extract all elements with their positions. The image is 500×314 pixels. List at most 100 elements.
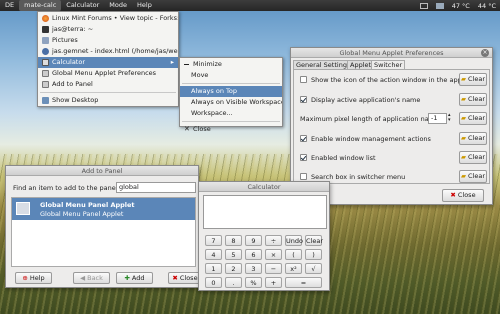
key-open-paren[interactable]: ( (285, 249, 302, 260)
editor-icon (42, 48, 49, 55)
key-2[interactable]: 2 (225, 263, 242, 274)
applet-title: Global Menu Panel Applet (40, 201, 135, 209)
help-icon: ⊕ (22, 273, 28, 282)
show-desktop-item[interactable]: Show Desktop (38, 95, 178, 106)
clear-button-4[interactable]: ▰ Clear (459, 132, 487, 145)
list-item[interactable]: Global Menu Panel Applet Global Menu Pan… (12, 198, 195, 220)
menu-separator (182, 83, 280, 84)
brush-icon: ▰ (461, 153, 466, 161)
network-icon[interactable] (419, 2, 428, 9)
clear-button-3[interactable]: ▰ Clear (459, 112, 487, 125)
clear-button-2[interactable]: ▰ Clear (459, 93, 487, 106)
action-minimize[interactable]: Minimize (180, 59, 282, 70)
key-multiply[interactable]: × (265, 249, 282, 260)
key-add[interactable]: + (265, 277, 282, 288)
spin-arrows-icon[interactable]: ▴ ▾ (448, 113, 451, 123)
key-square[interactable]: x² (285, 263, 302, 274)
key-5[interactable]: 5 (225, 249, 242, 260)
window-item-editor[interactable]: jas.gemnet - index.html (/home/jas/web..… (38, 46, 178, 57)
add-panel-close-button[interactable]: ✖ Close (168, 272, 202, 284)
find-label: Find an item to add to the panel: (13, 184, 120, 192)
window-list-menu: Linux Mint Forums • View topic - Forks: … (37, 11, 179, 107)
back-button[interactable]: ◀ Back (73, 272, 110, 284)
key-clear[interactable]: Clear (305, 235, 323, 246)
action-close[interactable]: ✕ Close (180, 124, 282, 135)
key-subtract[interactable]: − (265, 263, 282, 274)
window-item-pictures[interactable]: Pictures (38, 35, 178, 46)
window-list-checkbox[interactable] (300, 154, 307, 161)
display-name-label: Display active application's name (311, 96, 421, 104)
panel-menu-help[interactable]: Help (132, 0, 157, 11)
window-actions-checkbox[interactable] (300, 135, 307, 142)
brush-icon: ▰ (461, 172, 466, 180)
add-button[interactable]: ✚ Add (116, 272, 153, 284)
calculator-icon (42, 59, 49, 66)
window-list-label: Enabled window list (311, 154, 376, 162)
prefs-close-button[interactable]: ✖ Close (442, 189, 484, 202)
key-decimal[interactable]: . (225, 277, 242, 288)
clear-button-5[interactable]: ▰ Clear (459, 151, 487, 164)
submenu-arrow-icon: ▸ (170, 58, 174, 66)
window-item-calculator[interactable]: Calculator ▸ (38, 57, 178, 68)
clear-button-6[interactable]: ▰ Clear (459, 170, 487, 183)
action-move[interactable]: Move (180, 70, 282, 81)
key-8[interactable]: 8 (225, 235, 242, 246)
key-6[interactable]: 6 (245, 249, 262, 260)
key-equals[interactable]: = (285, 277, 322, 288)
desktop-icon (42, 97, 49, 104)
key-sqrt[interactable]: √ (305, 263, 322, 274)
key-7[interactable]: 7 (205, 235, 222, 246)
calculator-display[interactable] (203, 195, 327, 229)
action-always-visible-workspace[interactable]: Always on Visible Workspace (180, 97, 282, 108)
action-always-on-top[interactable]: Always on Top (180, 86, 282, 97)
key-0[interactable]: 0 (205, 277, 222, 288)
key-9[interactable]: 9 (245, 235, 262, 246)
window-icon (42, 70, 49, 77)
max-length-label: Maximum pixel length of application name (300, 115, 440, 123)
prefs-titlebar[interactable]: Global Menu Applet Preferences × (291, 48, 492, 58)
search-input[interactable]: global (116, 182, 196, 193)
key-4[interactable]: 4 (205, 249, 222, 260)
menu-separator (182, 121, 280, 122)
max-length-spinbox[interactable]: -1 (428, 113, 447, 124)
panel-menu-de[interactable]: DE (0, 0, 19, 11)
key-percent[interactable]: % (245, 277, 262, 288)
window-item-firefox[interactable]: Linux Mint Forums • View topic - Forks: … (38, 13, 178, 24)
panel-menu-calculator[interactable]: Calculator (61, 0, 104, 11)
key-3[interactable]: 3 (245, 263, 262, 274)
close-icon: ✖ (172, 273, 178, 282)
show-icon-checkbox[interactable] (300, 76, 307, 83)
terminal-icon (42, 26, 49, 33)
key-1[interactable]: 1 (205, 263, 222, 274)
action-workspace[interactable]: Workspace... (180, 108, 282, 119)
key-undo[interactable]: Undo (285, 235, 303, 246)
add-to-panel-window: Add to Panel Find an item to add to the … (5, 165, 202, 288)
calculator-window: Calculator 7 8 9 ÷ Undo Clear 4 5 6 ×() 1 2 3− x² √ 0.%… (198, 181, 330, 291)
brush-icon: ▰ (461, 95, 466, 103)
window-item-terminal[interactable]: jas@terra: ~ (38, 24, 178, 35)
add-panel-titlebar[interactable]: Add to Panel (6, 166, 198, 176)
panel-menu-mode[interactable]: Mode (104, 0, 132, 11)
monitor-icon[interactable] (435, 2, 444, 9)
cpu-temp-2: 44 °C (477, 1, 496, 10)
window-item-prefs[interactable]: Global Menu Applet Preferences (38, 68, 178, 79)
window-item-add-panel[interactable]: Add to Panel (38, 79, 178, 90)
help-button[interactable]: ⊕ Help (15, 272, 52, 284)
cpu-temp-1: 47 °C (451, 1, 470, 10)
firefox-icon (42, 15, 49, 22)
search-box-checkbox[interactable] (300, 173, 307, 180)
top-panel: DE mate-calc Calculator Mode Help 47 °C … (0, 0, 500, 11)
display-name-checkbox[interactable] (300, 96, 307, 103)
close-icon: ✖ (450, 191, 456, 199)
clear-button-1[interactable]: ▰ Clear (459, 73, 487, 86)
menu-separator (40, 92, 176, 93)
key-close-paren[interactable]: ) (305, 249, 322, 260)
window-icon (42, 81, 49, 88)
minimize-icon (184, 64, 189, 65)
window-actions-label: Enable window management actions (311, 135, 431, 143)
brush-icon: ▰ (461, 75, 466, 83)
close-icon[interactable]: × (481, 49, 489, 57)
panel-app-name[interactable]: mate-calc (19, 0, 62, 11)
key-divide[interactable]: ÷ (265, 235, 282, 246)
calculator-titlebar[interactable]: Calculator (199, 182, 329, 192)
